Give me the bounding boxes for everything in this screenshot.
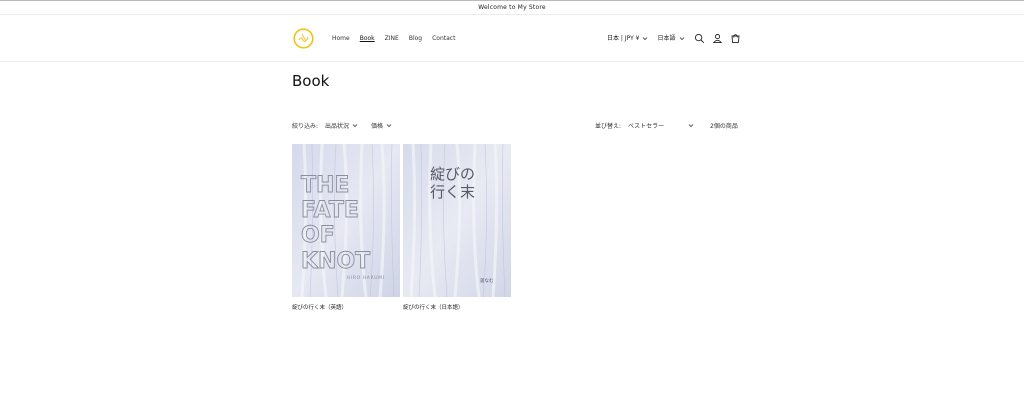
language-selector[interactable]: 日本語: [657, 34, 684, 43]
cover-title-line-1: 綻びの: [430, 165, 475, 183]
chevron-down-icon: [352, 124, 358, 128]
chevron-down-icon: [386, 124, 392, 128]
nav-book[interactable]: Book: [360, 34, 375, 43]
filter-availability-label: 出品状況: [325, 123, 350, 130]
announcement-text: Welcome to My Store: [478, 4, 546, 11]
announcement-bar: Welcome to My Store: [0, 0, 1024, 15]
cover-title-line-2: 行く末: [430, 183, 475, 201]
main-nav: Home Book ZINE Blog Contact: [332, 34, 455, 43]
product-image[interactable]: 綻びの 行く末 遥なむ: [403, 144, 511, 297]
nav-blog[interactable]: Blog: [409, 34, 422, 43]
cart-icon[interactable]: [730, 33, 741, 44]
country-selector[interactable]: 日本 | JPY ¥: [607, 34, 648, 43]
product-count: 2個の商品: [710, 123, 738, 130]
site-header: Home Book ZINE Blog Contact 日本 | JPY ¥ 日…: [0, 16, 1024, 62]
product-title[interactable]: 綻びの行く末（英語）: [292, 303, 347, 311]
search-icon[interactable]: [694, 33, 705, 44]
nav-zine[interactable]: ZINE: [385, 34, 399, 43]
cover-title-line-2: FATE: [301, 198, 359, 223]
sort-select[interactable]: ベストセラー: [628, 121, 694, 130]
filter-price[interactable]: 価格: [371, 121, 392, 130]
account-icon[interactable]: [712, 33, 723, 44]
cover-author: 遥なむ: [480, 277, 494, 284]
chevron-down-icon: [679, 37, 684, 41]
nav-contact[interactable]: Contact: [432, 34, 455, 43]
cover-author: HIRO HARUMI: [347, 275, 385, 281]
chevron-down-icon: [643, 37, 648, 41]
product-title[interactable]: 綻びの行く末（日本語）: [403, 303, 464, 311]
header-utilities: 日本 | JPY ¥ 日本語: [607, 33, 748, 44]
store-logo[interactable]: [293, 28, 314, 49]
sort-selected-value: ベストセラー: [628, 123, 665, 130]
filter-price-label: 価格: [371, 123, 384, 130]
product-card[interactable]: THE FATE OF KNOT HIRO HARUMI 綻びの行く末（英語）: [292, 144, 400, 311]
sort-label: 並び替え:: [595, 123, 622, 130]
nav-home[interactable]: Home: [332, 34, 350, 43]
cover-title-line-4: KNOT: [301, 249, 370, 274]
filter-bar: 絞り込み: 出品状況 価格: [292, 121, 405, 130]
page-title: Book: [292, 72, 330, 90]
product-card[interactable]: 綻びの 行く末 遥なむ 綻びの行く末（日本語）: [403, 144, 511, 311]
country-selector-label: 日本 | JPY ¥: [607, 35, 640, 42]
product-image[interactable]: THE FATE OF KNOT HIRO HARUMI: [292, 144, 400, 297]
cover-title-line-3: OF: [301, 223, 335, 248]
filter-label: 絞り込み:: [292, 123, 319, 130]
sort-bar: 並び替え: ベストセラー 2個の商品: [595, 121, 738, 130]
cover-title-line-1: THE: [301, 173, 349, 198]
language-selector-label: 日本語: [657, 35, 676, 42]
chevron-down-icon: [688, 124, 694, 128]
filter-availability[interactable]: 出品状況: [325, 121, 358, 130]
